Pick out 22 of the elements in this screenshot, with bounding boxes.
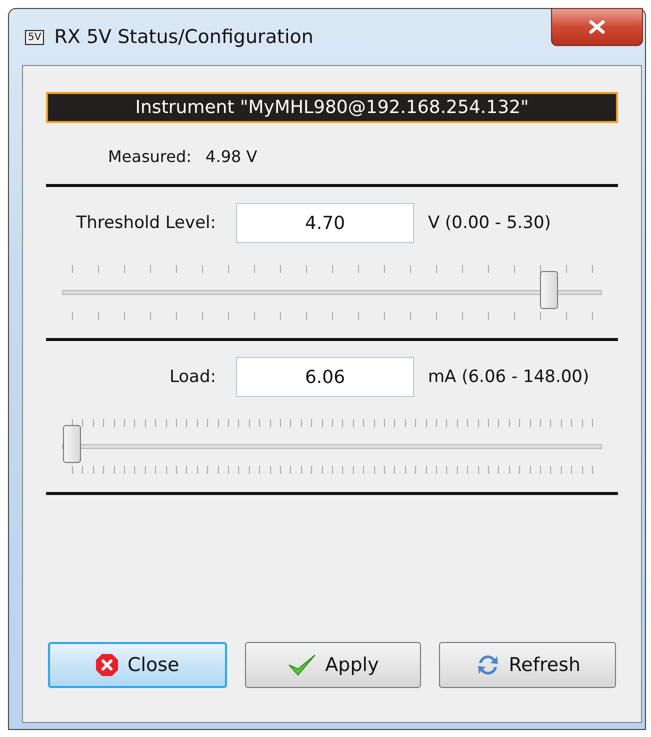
window-title: RX 5V Status/Configuration: [54, 26, 314, 48]
measured-label: Measured:: [108, 147, 192, 166]
slider[interactable]: [62, 265, 602, 320]
checkmark-icon: [287, 653, 318, 677]
error-icon: [95, 653, 120, 677]
measured-value: 4.98 V: [206, 147, 258, 166]
value-field[interactable]: 4.70: [236, 203, 414, 243]
range-label: mA (6.06 - 148.00): [427, 367, 590, 387]
dialog-button[interactable]: Close: [48, 642, 227, 688]
slider-thumb[interactable]: [63, 425, 81, 463]
dialog-button[interactable]: Refresh: [439, 642, 616, 688]
instrument-banner: Instrument "MyMHL980@192.168.254.132": [46, 92, 618, 123]
field-label: Load:: [168, 367, 217, 387]
close-window-button[interactable]: [551, 8, 643, 46]
range-label: V (0.00 - 5.30): [427, 213, 551, 233]
close-icon: [588, 20, 606, 34]
dialog-button[interactable]: Apply: [244, 642, 422, 688]
slider[interactable]: [62, 419, 602, 474]
slider-thumb[interactable]: [540, 271, 558, 309]
value-field[interactable]: 6.06: [236, 357, 414, 397]
field-label: Threshold Level:: [75, 213, 217, 233]
window-icon: 5V: [25, 30, 44, 44]
